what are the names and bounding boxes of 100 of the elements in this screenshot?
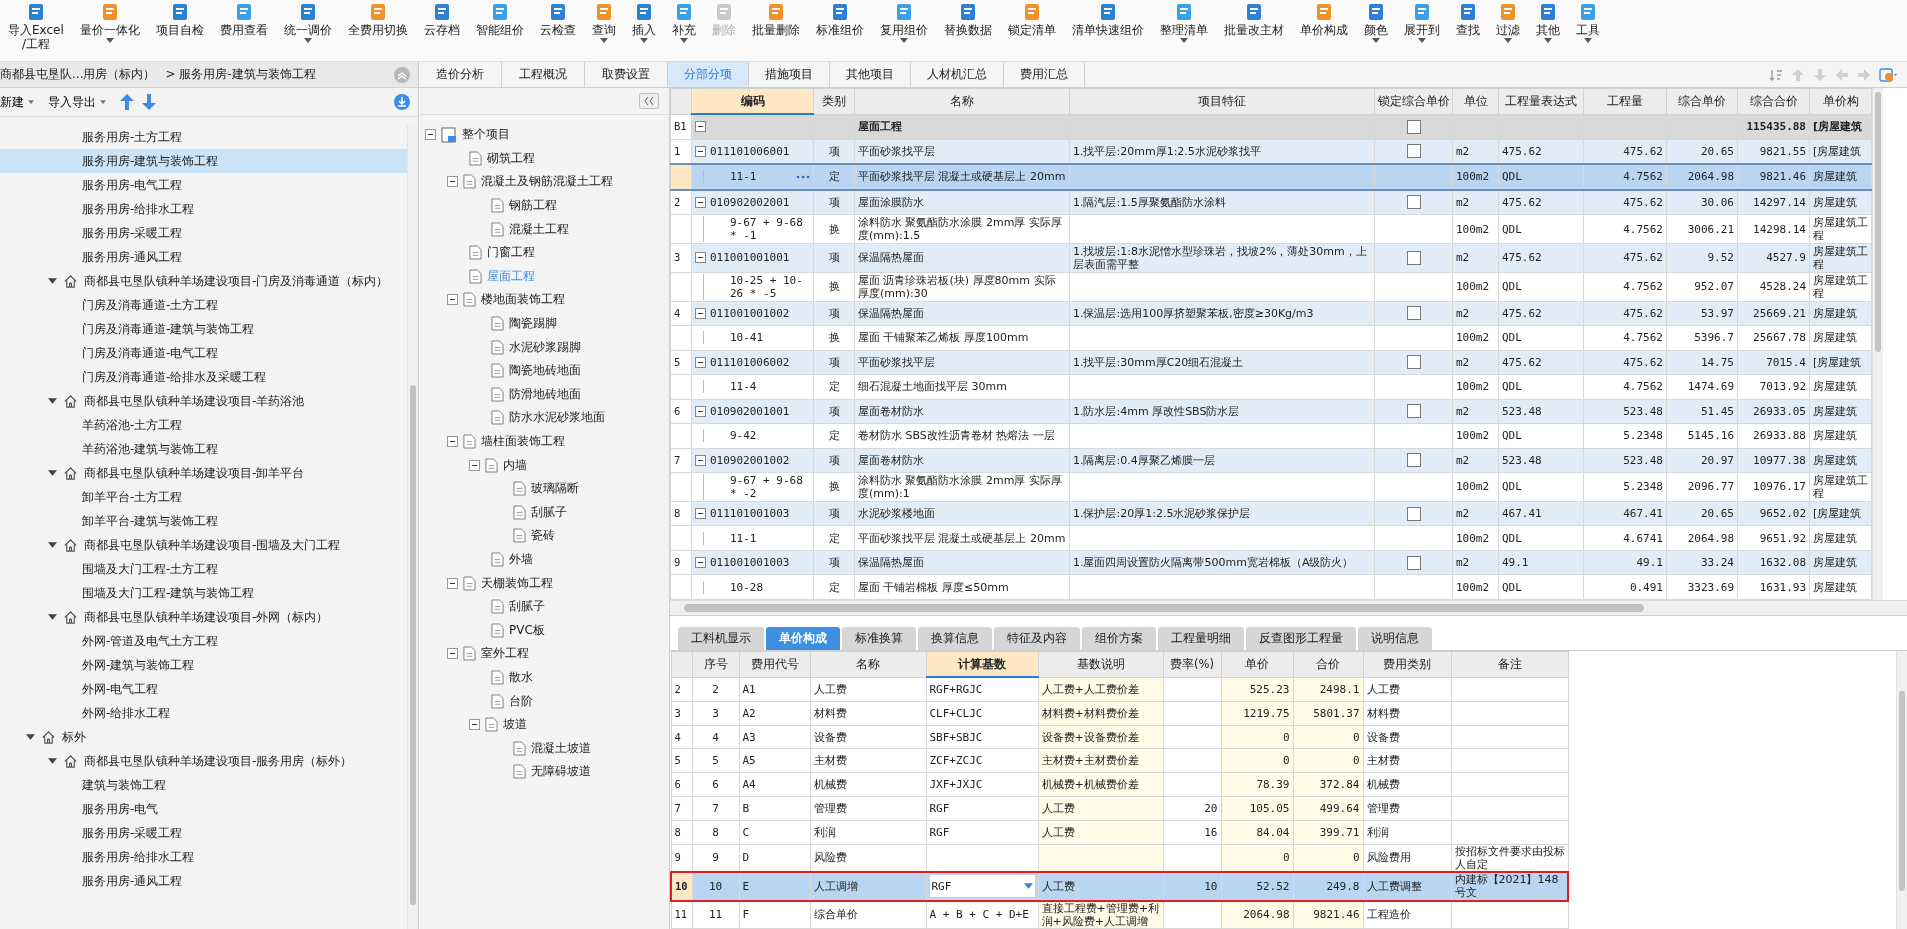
tab[interactable]: 工程量明细: [1158, 627, 1244, 650]
collapse-icon[interactable]: [447, 577, 458, 589]
toolbar-button[interactable]: 量价一体化: [75, 0, 144, 45]
column-header[interactable]: 基数说明: [1038, 651, 1163, 677]
collapse-icon[interactable]: [695, 145, 706, 157]
tree-item[interactable]: 台阶: [419, 689, 669, 713]
breadcrumb-path[interactable]: > 服务用房-建筑与装饰工程: [165, 66, 316, 83]
tree-item[interactable]: 服务用房-采暖工程: [0, 221, 407, 245]
tree-item[interactable]: 卸羊平台-建筑与装饰工程: [0, 509, 407, 533]
tree-item[interactable]: 商都县屯垦队镇种羊场建设项目-羊药浴池: [0, 389, 407, 413]
tree-item[interactable]: 服务用房-土方工程: [0, 125, 407, 149]
tab[interactable]: 反查图形工程量: [1246, 627, 1356, 650]
tab[interactable]: 说明信息: [1358, 627, 1432, 650]
toolbar-button[interactable]: 云存档: [419, 0, 464, 39]
tree-item[interactable]: 陶瓷地砖地面: [419, 358, 669, 383]
collapse-icon[interactable]: [695, 356, 706, 368]
tree-item[interactable]: 外网-给排水工程: [0, 701, 407, 725]
column-header[interactable]: 单价: [1221, 651, 1293, 677]
settings-icon[interactable]: [1879, 66, 1897, 83]
tab[interactable]: 工料机显示: [678, 627, 764, 650]
download-icon[interactable]: [394, 94, 410, 110]
sort-icon[interactable]: [1769, 67, 1783, 82]
caret-icon[interactable]: [26, 734, 35, 740]
caret-icon[interactable]: [48, 614, 57, 620]
toolbar-button[interactable]: 过滤: [1491, 0, 1524, 45]
collapse-icon[interactable]: [695, 196, 706, 208]
column-header[interactable]: 类别: [813, 88, 855, 114]
column-header[interactable]: 综合合价: [1737, 88, 1810, 114]
tree-item[interactable]: 标外: [0, 725, 407, 749]
toolbar-button[interactable]: 统一调价: [279, 0, 336, 45]
column-header[interactable]: 工程量: [1583, 88, 1667, 114]
checkbox[interactable]: [1406, 306, 1421, 321]
tree-item[interactable]: 坡道: [419, 712, 669, 737]
tree-item[interactable]: 混凝土及钢筋混凝土工程: [419, 170, 669, 194]
tree-item[interactable]: 瓷砖: [419, 524, 669, 548]
collapse-icon[interactable]: [447, 176, 458, 188]
checkbox[interactable]: [1406, 250, 1421, 265]
column-header[interactable]: 备注: [1451, 651, 1568, 677]
tree-item[interactable]: PVC板: [419, 618, 669, 643]
checkbox[interactable]: [1406, 355, 1421, 370]
column-header[interactable]: 合价: [1293, 651, 1363, 677]
tree-item[interactable]: 门房及消毒通道-电气工程: [0, 341, 407, 365]
caret-icon[interactable]: [100, 100, 106, 104]
toolbar-button[interactable]: 批量删除: [747, 0, 804, 39]
caret-icon[interactable]: [28, 100, 34, 104]
tree-item[interactable]: 室外工程: [419, 642, 669, 666]
tree-item[interactable]: 外网-管道及电气土方工程: [0, 629, 407, 653]
tree-item[interactable]: 服务用房-电气: [0, 797, 407, 821]
checkbox[interactable]: [1406, 453, 1421, 468]
toolbar-button[interactable]: 复用组价: [875, 0, 932, 45]
tree-item[interactable]: 商都县屯垦队镇种羊场建设项目-卸羊平台: [0, 461, 407, 485]
toolbar-button[interactable]: 整理清单: [1155, 0, 1212, 45]
tree-item[interactable]: 外网-建筑与装饰工程: [0, 653, 407, 677]
tree-item[interactable]: 混凝土工程: [419, 217, 669, 241]
toolbar-button[interactable]: 清单快速组价: [1067, 0, 1148, 39]
checkbox[interactable]: [1406, 195, 1421, 210]
collapse-icon[interactable]: [695, 405, 706, 417]
tree-item[interactable]: 外网-电气工程: [0, 677, 407, 701]
caret-icon[interactable]: [48, 470, 57, 476]
toolbar-button[interactable]: 替换数据: [939, 0, 996, 39]
toolbar-button[interactable]: 全费用切换: [343, 0, 412, 39]
more-icon[interactable]: [796, 174, 810, 179]
menu-button[interactable]: 新建: [0, 93, 40, 111]
tab[interactable]: 换算信息: [918, 627, 992, 650]
tab[interactable]: 组价方案: [1082, 627, 1156, 650]
toolbar-button[interactable]: 导入Excel /工程: [4, 0, 68, 53]
tree-item[interactable]: 服务用房-建筑与装饰工程: [0, 149, 407, 173]
tree-item[interactable]: 外墙: [419, 547, 669, 572]
collapse-icon[interactable]: [447, 436, 458, 447]
column-header[interactable]: 名称: [854, 88, 1070, 114]
tree-item[interactable]: 门窗工程: [419, 240, 669, 265]
tree-item[interactable]: 水泥砂浆踢脚: [419, 335, 669, 359]
checkbox[interactable]: [1406, 506, 1421, 521]
column-header[interactable]: 工程量表达式: [1498, 88, 1584, 114]
collapse-icon[interactable]: [425, 129, 436, 141]
toolbar-button[interactable]: 工具: [1571, 0, 1604, 45]
column-header[interactable]: 单位: [1452, 88, 1499, 114]
tree-item[interactable]: 门房及消毒通道-给排水及采暖工程: [0, 365, 407, 389]
tree-item[interactable]: 商都县屯垦队镇种羊场建设项目-外网（标内）: [0, 605, 407, 629]
scrollbar[interactable]: [1896, 651, 1907, 929]
tree-item[interactable]: 散水: [419, 665, 669, 690]
tree-item[interactable]: 玻璃隔断: [419, 476, 669, 501]
toolbar-button[interactable]: 批量改主材: [1219, 0, 1288, 39]
dropdown-field[interactable]: RGF: [929, 875, 1035, 898]
tree-item[interactable]: 商都县屯垦队镇种羊场建设项目-服务用房（标外）: [0, 749, 407, 773]
caret-icon[interactable]: [48, 542, 57, 548]
tree-item[interactable]: 砌筑工程: [419, 146, 669, 171]
toolbar-button[interactable]: 颜色: [1359, 0, 1392, 45]
breadcrumb-project[interactable]: 商都县屯垦队...用房（标内）: [0, 66, 156, 83]
collapse-icon[interactable]: [469, 459, 480, 471]
caret-icon[interactable]: [48, 758, 57, 764]
checkbox[interactable]: [1406, 144, 1421, 159]
column-header[interactable]: 名称: [810, 651, 926, 677]
toolbar-button[interactable]: 智能组价: [471, 0, 528, 39]
collapse-icon[interactable]: [469, 719, 480, 731]
tree-item[interactable]: 商都县屯垦队镇种羊场建设项目-围墙及大门工程: [0, 533, 407, 557]
tree-item[interactable]: 门房及消毒通道-建筑与装饰工程: [0, 317, 407, 341]
column-header[interactable]: 计算基数: [926, 651, 1038, 677]
column-header[interactable]: 项目特征: [1069, 88, 1375, 114]
toolbar-button[interactable]: 插入: [627, 0, 660, 45]
